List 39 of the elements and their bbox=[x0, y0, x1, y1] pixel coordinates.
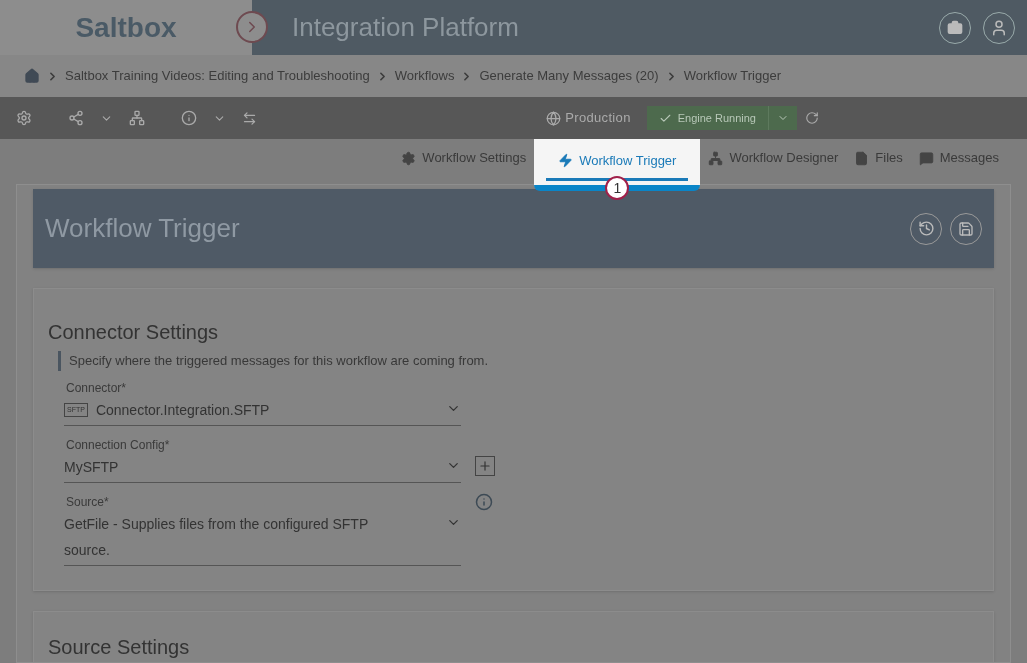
swap-icon[interactable] bbox=[242, 110, 257, 126]
gear-icon bbox=[401, 150, 417, 166]
bolt-icon bbox=[558, 153, 574, 168]
add-button[interactable] bbox=[475, 456, 495, 476]
user-icon bbox=[990, 18, 1008, 37]
tab[interactable]: Files bbox=[854, 148, 903, 168]
history-icon bbox=[917, 220, 935, 237]
environment-label: Production bbox=[565, 109, 631, 128]
share-icon[interactable] bbox=[68, 110, 84, 126]
breadcrumb-link[interactable]: Workflow Trigger bbox=[683, 66, 781, 86]
select-field[interactable]: Source* GetFile - Supplies files from the configured SFTP source. bbox=[64, 493, 461, 566]
refresh-icon[interactable] bbox=[805, 111, 819, 125]
breadcrumb-link[interactable]: Saltbox Training Videos: Editing and Troubleshooting bbox=[65, 66, 370, 86]
network-icon[interactable] bbox=[129, 110, 145, 126]
settings-icon[interactable] bbox=[16, 110, 32, 126]
engine-status-button[interactable]: Engine Running bbox=[646, 106, 797, 130]
collapse-button[interactable] bbox=[236, 11, 268, 43]
select-field[interactable]: Connection Config* MySFTP bbox=[64, 436, 461, 483]
page-title: Workflow Trigger bbox=[45, 212, 241, 245]
tab[interactable]: Messages bbox=[918, 148, 999, 168]
globe-icon bbox=[546, 110, 562, 126]
breadcrumb-link[interactable]: Workflows bbox=[394, 66, 455, 86]
briefcase-icon bbox=[947, 19, 963, 36]
plus-icon bbox=[478, 459, 492, 473]
file-icon bbox=[854, 150, 870, 166]
section-title: Connector Settings bbox=[48, 320, 220, 345]
home-icon[interactable] bbox=[24, 68, 40, 84]
section-description: Specify where the triggered messages for this workflow are coming from. bbox=[69, 352, 489, 371]
app-title: Integration Platform bbox=[292, 11, 520, 44]
info-icon[interactable] bbox=[475, 493, 493, 511]
tab[interactable]: Workflow Designer bbox=[708, 148, 839, 168]
section-title: Source Settings bbox=[48, 635, 191, 660]
message-icon bbox=[918, 150, 934, 166]
tab[interactable]: Workflow Settings bbox=[401, 148, 527, 168]
breadcrumb-link[interactable]: Generate Many Messages (20) bbox=[479, 66, 659, 86]
logo: Saltbox bbox=[75, 10, 177, 45]
info-icon[interactable] bbox=[181, 110, 197, 126]
save-icon bbox=[958, 220, 974, 237]
network-icon bbox=[708, 150, 724, 166]
